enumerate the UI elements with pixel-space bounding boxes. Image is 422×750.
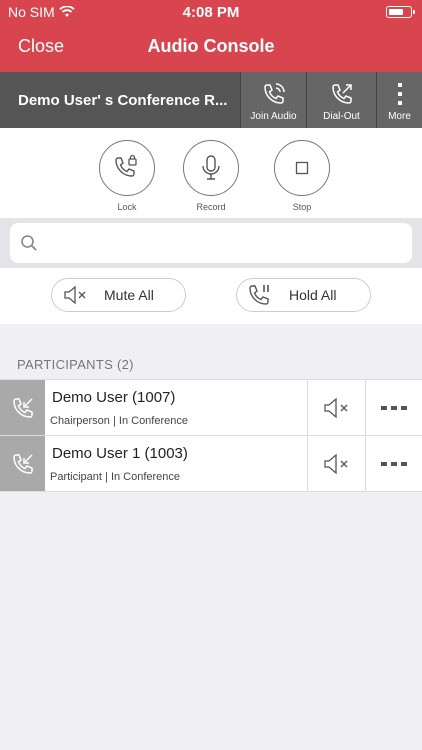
speaker-muted-icon xyxy=(64,285,86,305)
nav-bar: Close Audio Console xyxy=(0,24,422,72)
record-button[interactable]: Record xyxy=(181,140,241,212)
lock-circle xyxy=(99,140,155,196)
page-title: Audio Console xyxy=(147,36,275,56)
dial-out-label: Dial-Out xyxy=(323,111,360,122)
participant-info: Demo User 1 (1003) Participant | In Conf… xyxy=(45,436,307,491)
clock: 4:08 PM xyxy=(182,4,240,21)
participant-status: Participant | In Conference xyxy=(50,471,181,483)
hold-all-label: Hold All xyxy=(289,287,337,303)
participant-row[interactable]: Demo User 1 (1003) Participant | In Conf… xyxy=(0,436,422,492)
dial-out-button[interactable]: Dial-Out xyxy=(306,72,376,128)
phone-incoming-icon xyxy=(12,397,33,418)
speaker-muted-icon xyxy=(323,453,347,474)
dot-icon xyxy=(401,405,407,410)
record-circle xyxy=(183,140,239,196)
bulk-actions: Mute All Hold All xyxy=(0,268,422,324)
conference-name: Demo User' s Conference R... xyxy=(18,91,228,109)
hold-all-button[interactable]: Hold All xyxy=(236,278,371,312)
lock-label: Lock xyxy=(117,202,137,212)
participant-status: Chairperson | In Conference xyxy=(50,415,188,427)
dot-icon xyxy=(401,461,407,466)
participant-more-button[interactable] xyxy=(365,436,422,491)
dot-icon xyxy=(391,405,397,410)
speaker-muted-icon xyxy=(323,397,347,418)
phone-hold-icon xyxy=(249,285,269,305)
phone-outgoing-icon xyxy=(331,84,352,104)
stop-circle xyxy=(274,140,330,196)
conference-bar: Demo User' s Conference R... Join Audio … xyxy=(0,72,422,128)
record-label: Record xyxy=(196,202,226,212)
dot-icon xyxy=(391,461,397,466)
participants-list: Demo User (1007) Chairperson | In Confer… xyxy=(0,379,422,492)
lock-button[interactable]: Lock xyxy=(97,140,157,212)
dot-icon xyxy=(381,405,387,410)
more-button[interactable]: More xyxy=(376,72,422,128)
mute-all-button[interactable]: Mute All xyxy=(51,278,186,312)
participant-name: Demo User (1007) xyxy=(52,389,176,406)
participant-row[interactable]: Demo User (1007) Chairperson | In Confer… xyxy=(0,380,422,436)
mute-all-label: Mute All xyxy=(104,287,154,303)
dot-icon xyxy=(381,461,387,466)
stop-label: Stop xyxy=(292,202,312,212)
participant-name: Demo User 1 (1003) xyxy=(52,445,188,462)
search-input[interactable] xyxy=(46,228,412,258)
more-label: More xyxy=(388,111,411,122)
participant-info: Demo User (1007) Chairperson | In Confer… xyxy=(45,380,307,435)
microphone-icon xyxy=(202,155,220,180)
phone-lock-icon xyxy=(115,154,137,177)
participant-mute-button[interactable] xyxy=(307,380,365,435)
stop-icon xyxy=(295,161,309,175)
participant-mute-button[interactable] xyxy=(307,436,365,491)
stop-button[interactable]: Stop xyxy=(272,140,332,212)
join-audio-button[interactable]: Join Audio xyxy=(240,72,306,128)
phone-ringing-icon xyxy=(263,83,285,104)
participants-header: PARTICIPANTS (2) xyxy=(17,357,134,372)
search-box xyxy=(10,223,412,263)
participant-call-status xyxy=(0,436,45,491)
join-audio-label: Join Audio xyxy=(250,111,297,122)
conference-controls: Lock Record Stop xyxy=(0,128,422,218)
battery-icon xyxy=(386,6,415,18)
search-icon xyxy=(21,235,37,251)
participant-call-status xyxy=(0,380,45,435)
phone-incoming-icon xyxy=(12,453,33,474)
search-area xyxy=(0,218,422,268)
participant-more-button[interactable] xyxy=(365,380,422,435)
status-bar: No SIM 4:08 PM xyxy=(0,0,422,24)
more-vertical-icon xyxy=(397,83,402,105)
